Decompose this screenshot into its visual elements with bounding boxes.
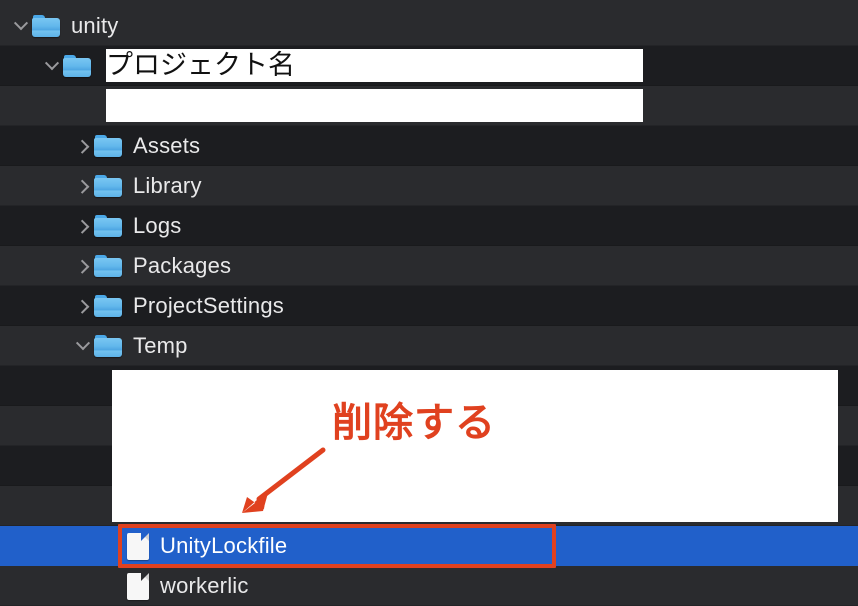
chevron-right-icon[interactable] (72, 135, 94, 157)
chevron-down-icon[interactable] (72, 335, 94, 357)
tree-row-label: UnityLockfile (160, 532, 288, 558)
indent-spacer (0, 65, 41, 66)
chevron-right-icon[interactable] (72, 255, 94, 277)
tree-row-label: Packages (133, 252, 232, 278)
tree-row-label: Assets (133, 132, 201, 158)
folder-icon (94, 174, 124, 198)
indent-spacer (0, 305, 72, 306)
indent-spacer (0, 385, 103, 386)
tree-row-assets[interactable]: Assets (0, 126, 858, 166)
indent-spacer (0, 465, 103, 466)
redaction-label: プロジェクト名 (106, 49, 295, 81)
file-icon (125, 571, 151, 601)
indent-spacer (0, 585, 103, 586)
chevron-right-icon[interactable] (72, 215, 94, 237)
indent-spacer (0, 225, 72, 226)
file-icon (125, 531, 151, 561)
tree-row-unitylockfile[interactable]: UnityLockfile (0, 526, 858, 566)
tree-row-temp[interactable]: Temp (0, 326, 858, 366)
folder-icon (32, 14, 62, 38)
tree-row-unity[interactable]: unity (0, 6, 858, 46)
indent-spacer (0, 505, 103, 506)
tree-row-packages[interactable]: Packages (0, 246, 858, 286)
folder-icon (94, 294, 124, 318)
indent-spacer (0, 25, 10, 26)
chevron-down-icon[interactable] (41, 55, 63, 77)
finder-file-tree[interactable]: unity Assets Library Logs Packages ProjectSet… (0, 0, 858, 606)
chevron-down-icon[interactable] (10, 15, 32, 37)
indent-spacer (0, 185, 72, 186)
tree-row-logs[interactable]: Logs (0, 206, 858, 246)
annotation-text-delete: 削除する (332, 400, 496, 446)
chevron-right-icon[interactable] (72, 295, 94, 317)
annotation-white-panel (112, 370, 838, 522)
tree-row-label: workerlic (160, 572, 249, 598)
tree-row-library[interactable]: Library (0, 166, 858, 206)
tree-row-workerlic[interactable]: workerlic (0, 566, 858, 606)
chevron-placeholder-icon (103, 575, 125, 597)
indent-spacer (0, 345, 72, 346)
tree-row-label: ProjectSettings (133, 292, 284, 318)
folder-icon (94, 334, 124, 358)
chevron-placeholder-icon (103, 535, 125, 557)
tree-row-label: Library (133, 172, 202, 198)
tree-row-label: unity (71, 12, 119, 38)
tree-row-projectsettings[interactable]: ProjectSettings (0, 286, 858, 326)
folder-icon (94, 254, 124, 278)
indent-spacer (0, 425, 103, 426)
folder-icon (63, 54, 93, 78)
tree-row-label: Temp (133, 332, 188, 358)
chevron-right-icon[interactable] (72, 175, 94, 197)
tree-row-label: Logs (133, 212, 182, 238)
folder-icon (94, 214, 124, 238)
second-row-redaction (106, 89, 643, 122)
indent-spacer (0, 545, 103, 546)
indent-spacer (0, 265, 72, 266)
chevron-placeholder-icon (72, 95, 94, 117)
project-name-redaction: プロジェクト名 (106, 49, 643, 82)
folder-icon (94, 134, 124, 158)
indent-spacer (0, 105, 72, 106)
indent-spacer (0, 145, 72, 146)
annotation-arrow-icon (242, 447, 326, 513)
